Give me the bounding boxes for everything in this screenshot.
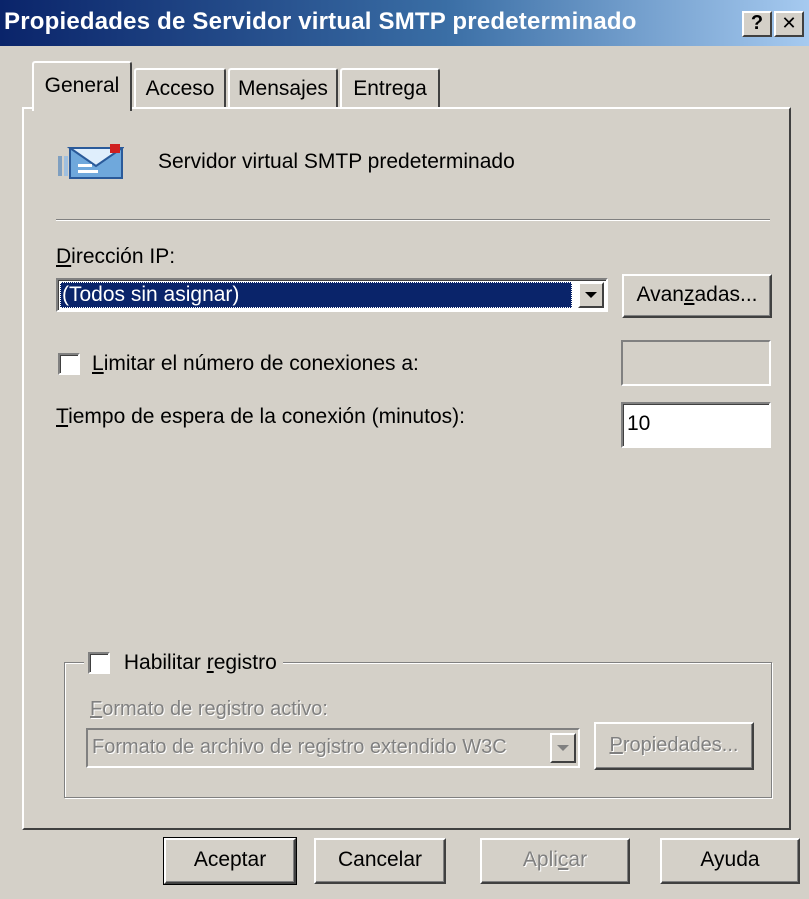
log-properties-button[interactable]: Propiedades...	[594, 722, 754, 770]
apply-button-label-end: ar	[568, 848, 588, 871]
limit-connections-label-text: imitar el número de conexiones a:	[103, 352, 419, 375]
ip-address-dropdown-button[interactable]	[578, 282, 604, 308]
apply-button-access-key: c	[557, 848, 569, 871]
ip-address-dropdown[interactable]: (Todos sin asignar)	[56, 278, 608, 312]
ip-address-selected-value: (Todos sin asignar)	[60, 282, 572, 308]
log-properties-access-key: P	[609, 734, 623, 756]
connection-timeout-access-key: T	[56, 405, 69, 428]
ok-button[interactable]: Aceptar	[163, 837, 297, 885]
advanced-button-label-start: Avan	[636, 283, 684, 306]
advanced-button[interactable]: Avanzadas...	[622, 274, 772, 318]
limit-connections-label: Limitar el número de conexiones a:	[92, 352, 419, 376]
ip-address-label-text: irección IP:	[71, 245, 176, 268]
limit-connections-input[interactable]	[621, 340, 771, 386]
log-format-label-text: ormato de registro activo:	[102, 698, 328, 720]
limit-connections-access-key: L	[92, 352, 104, 375]
tab-acceso[interactable]: Acceso	[134, 68, 226, 108]
log-format-label: Formato de registro activo:	[90, 698, 328, 721]
tab-acceso-label: Acceso	[145, 77, 215, 100]
chevron-down-icon	[557, 745, 569, 751]
enable-logging-control[interactable]: Habilitar registro	[84, 651, 283, 676]
log-format-dropdown-button[interactable]	[550, 733, 576, 763]
tab-mensajes[interactable]: Mensajes	[228, 68, 338, 108]
help-dialog-button[interactable]: Ayuda	[660, 838, 800, 884]
connection-timeout-input[interactable]: 10	[621, 402, 771, 448]
enable-logging-checkbox[interactable]	[88, 652, 110, 675]
limit-connections-checkbox[interactable]	[58, 353, 80, 375]
tab-entrega-label: Entrega	[353, 77, 427, 100]
enable-logging-label: Habilitar registro	[124, 651, 277, 674]
smtp-mail-server-icon	[56, 142, 126, 180]
tab-general-label: General	[44, 74, 120, 97]
advanced-button-label-end: adas...	[694, 283, 758, 306]
window-title: Propiedades de Servidor virtual SMTP pre…	[4, 8, 637, 35]
apply-button-label-start: Apli	[522, 848, 558, 871]
log-format-selected-value: Formato de archivo de registro extendido…	[92, 736, 507, 758]
ip-address-label: Dirección IP:	[56, 245, 175, 269]
log-properties-button-label: ropiedades...	[622, 734, 739, 756]
log-format-access-key: F	[90, 698, 103, 720]
title-bar: Propiedades de Servidor virtual SMTP pre…	[0, 0, 809, 46]
enable-logging-label-end: egistro	[213, 651, 277, 675]
enable-logging-access-key: r	[206, 651, 214, 675]
ip-address-label-access-key: D	[56, 245, 72, 268]
chevron-down-icon	[585, 292, 597, 298]
tab-general[interactable]: General	[32, 61, 132, 111]
cancel-button[interactable]: Cancelar	[314, 838, 446, 884]
apply-button[interactable]: Aplicar	[480, 838, 630, 884]
help-button[interactable]: ?	[742, 11, 772, 37]
connection-timeout-label: Tiempo de espera de la conexión (minutos…	[56, 405, 465, 429]
tab-mensajes-label: Mensajes	[238, 77, 328, 100]
connection-timeout-label-text: iempo de espera de la conexión (minutos)…	[68, 405, 465, 428]
close-button[interactable]: ✕	[774, 11, 804, 37]
tab-entrega[interactable]: Entrega	[340, 68, 440, 108]
advanced-button-access-key: z	[683, 283, 695, 306]
separator-highlight	[56, 220, 770, 221]
log-format-dropdown[interactable]: Formato de archivo de registro extendido…	[86, 728, 580, 768]
enable-logging-label-start: Habilitar	[123, 651, 207, 675]
server-name: Servidor virtual SMTP predeterminado	[158, 150, 515, 173]
